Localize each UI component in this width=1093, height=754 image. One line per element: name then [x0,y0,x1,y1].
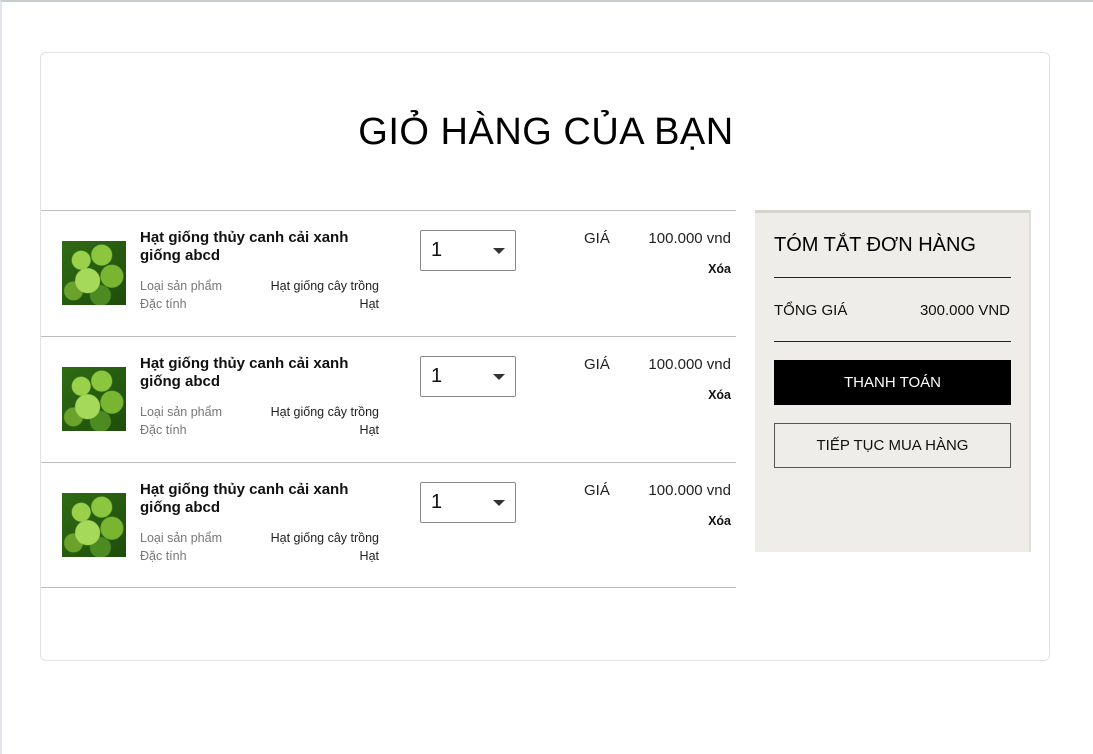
product-image[interactable] [62,241,126,305]
product-image[interactable] [62,493,126,557]
product-type-value: Hạt giống cây trồng [270,405,379,419]
remove-item-link[interactable]: Xóa [708,388,731,402]
product-name[interactable]: Hạt giống thủy canh cải xanh giống abcd [140,229,385,265]
caret-down-icon [493,500,505,506]
total-label: TỔNG GIÁ [774,302,848,319]
product-type-label: Loại sản phẩm [140,405,223,419]
total-value: 300.000 VND [919,302,1010,319]
product-image[interactable] [62,367,126,431]
product-type-label: Loại sản phẩm [140,531,223,545]
product-feature-label: Đặc tính [140,423,187,437]
price-label: GIÁ [584,356,610,373]
quantity-value: 1 [431,491,443,513]
divider [774,277,1011,278]
product-feature-label: Đặc tính [140,297,187,311]
product-feature-value: Hạt [359,297,379,311]
divider [774,341,1011,342]
price-value: 100.000 vnd [648,482,731,499]
price-label: GIÁ [584,482,610,499]
price-label: GIÁ [584,230,610,247]
cart-items-list: Hạt giống thủy canh cải xanh giống abcd … [41,210,736,588]
caret-down-icon [493,248,505,254]
product-feature-value: Hạt [359,549,379,563]
caret-down-icon [493,374,505,380]
continue-shopping-button[interactable]: TIẾP TỤC MUA HÀNG [774,423,1011,468]
cart-item: Hạt giống thủy canh cải xanh giống abcd … [41,462,736,588]
remove-item-link[interactable]: Xóa [708,262,731,276]
product-name[interactable]: Hạt giống thủy canh cải xanh giống abcd [140,481,385,517]
checkout-button[interactable]: THANH TOÁN [774,360,1011,405]
quantity-select[interactable]: 1 [420,230,516,271]
product-type-value: Hạt giống cây trồng [270,279,379,293]
order-summary-panel: TÓM TẮT ĐƠN HÀNG TỔNG GIÁ 300.000 VND TH… [755,210,1031,552]
quantity-select[interactable]: 1 [420,482,516,523]
product-feature-value: Hạt [359,423,379,437]
price-value: 100.000 vnd [648,356,731,373]
price-value: 100.000 vnd [648,230,731,247]
cart-item: Hạt giống thủy canh cải xanh giống abcd … [41,336,736,462]
cart-item: Hạt giống thủy canh cải xanh giống abcd … [41,210,736,336]
quantity-value: 1 [431,365,443,387]
order-summary-title: TÓM TẮT ĐƠN HÀNG [774,234,976,256]
remove-item-link[interactable]: Xóa [708,514,731,528]
product-type-label: Loại sản phẩm [140,279,223,293]
page-title: GIỎ HÀNG CỦA BẠN [358,111,734,153]
quantity-value: 1 [431,239,443,261]
cart-card: GIỎ HÀNG CỦA BẠN Hạt giống thủy canh cải… [40,52,1050,661]
product-feature-label: Đặc tính [140,549,187,563]
quantity-select[interactable]: 1 [420,356,516,397]
product-name[interactable]: Hạt giống thủy canh cải xanh giống abcd [140,355,385,391]
product-type-value: Hạt giống cây trồng [270,531,379,545]
